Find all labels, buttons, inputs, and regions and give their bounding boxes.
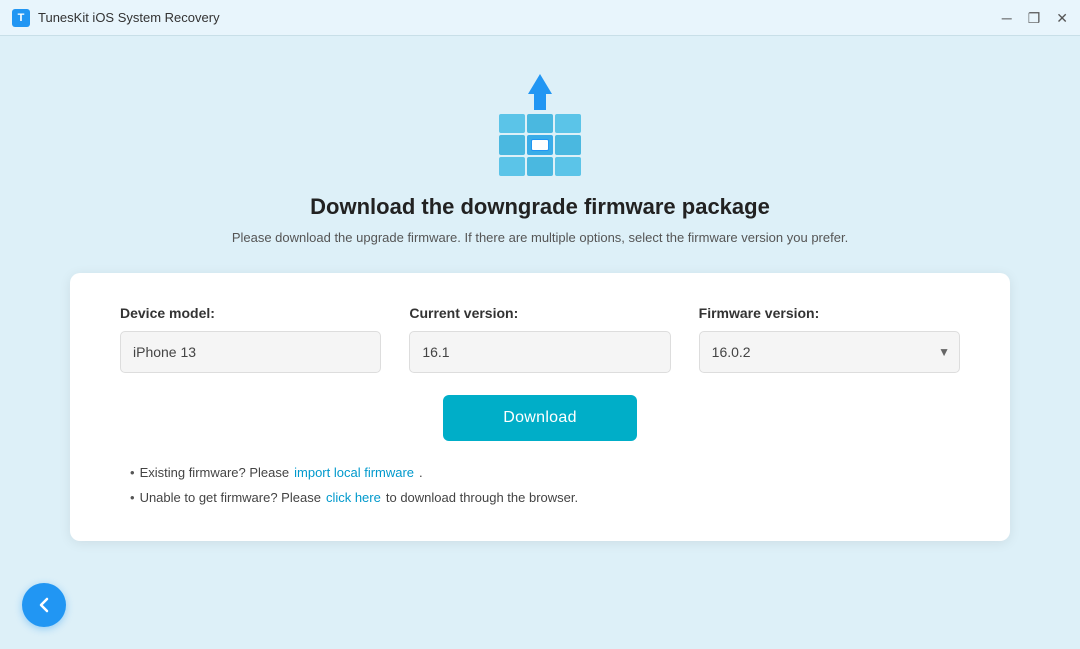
back-button[interactable] [22, 583, 66, 627]
current-version-input[interactable] [409, 331, 670, 373]
title-bar-left: T TunesKit iOS System Recovery [12, 9, 220, 27]
firmware-box-icon [499, 114, 581, 176]
firmware-select-wrapper: 16.0.2 16.0.1 16.0 ▼ [699, 331, 960, 373]
close-button[interactable]: ✕ [1056, 11, 1068, 25]
firmware-version-select[interactable]: 16.0.2 16.0.1 16.0 [699, 331, 960, 373]
import-local-firmware-link[interactable]: import local firmware [294, 465, 414, 480]
page-title: Download the downgrade firmware package [310, 194, 770, 220]
form-card: Device model: Current version: Firmware … [70, 273, 1010, 541]
note1-suffix: . [419, 465, 423, 480]
bullet-2: • [130, 490, 135, 505]
note1-prefix: Existing firmware? Please [140, 465, 290, 480]
device-model-group: Device model: [120, 305, 381, 373]
click-here-link[interactable]: click here [326, 490, 381, 505]
note2-suffix: to download through the browser. [386, 490, 578, 505]
download-arrow-icon [518, 66, 562, 116]
title-bar: T TunesKit iOS System Recovery ─ ❐ ✕ [0, 0, 1080, 36]
note-item-2: • Unable to get firmware? Please click h… [130, 490, 578, 505]
current-version-label: Current version: [409, 305, 670, 321]
app-icon: T [12, 9, 30, 27]
window-controls: ─ ❐ ✕ [1002, 11, 1068, 25]
note2-prefix: Unable to get firmware? Please [140, 490, 321, 505]
bullet-1: • [130, 465, 135, 480]
download-area: Download [120, 395, 960, 441]
firmware-version-group: Firmware version: 16.0.2 16.0.1 16.0 ▼ [699, 305, 960, 373]
download-button[interactable]: Download [443, 395, 637, 441]
form-row: Device model: Current version: Firmware … [120, 305, 960, 373]
current-version-group: Current version: [409, 305, 670, 373]
note-item-1: • Existing firmware? Please import local… [130, 465, 423, 480]
app-title: TunesKit iOS System Recovery [38, 10, 220, 25]
minimize-button[interactable]: ─ [1002, 11, 1012, 25]
firmware-version-label: Firmware version: [699, 305, 960, 321]
device-model-label: Device model: [120, 305, 381, 321]
maximize-button[interactable]: ❐ [1028, 11, 1041, 25]
page-subtitle: Please download the upgrade firmware. If… [232, 230, 848, 245]
notes-section: • Existing firmware? Please import local… [120, 465, 960, 505]
firmware-icon [495, 66, 585, 176]
main-content: Download the downgrade firmware package … [0, 36, 1080, 561]
device-model-input[interactable] [120, 331, 381, 373]
